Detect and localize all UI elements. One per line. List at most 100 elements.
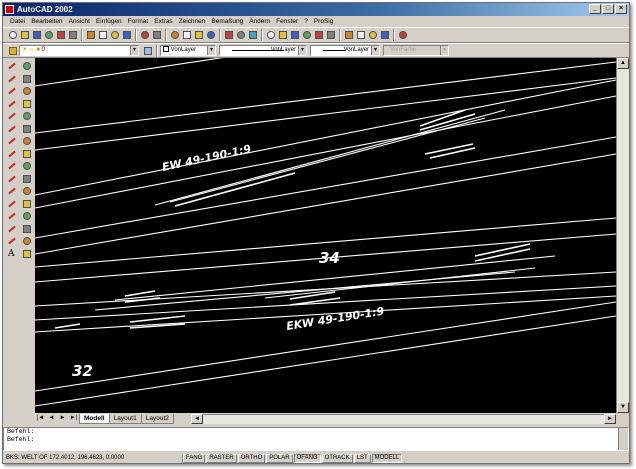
maximize-button[interactable]: □ (602, 4, 614, 14)
help-icon[interactable] (397, 30, 408, 41)
copy-icon[interactable] (97, 30, 108, 41)
linetype-select[interactable]: VonLayer ▼ (219, 45, 307, 56)
color-select[interactable]: VonLayer ▼ (160, 45, 216, 56)
menu-bearbeiten[interactable]: Bearbeiten (28, 18, 65, 25)
tab-modell[interactable]: Modell (79, 414, 110, 424)
xline-icon[interactable] (5, 73, 19, 86)
copy-icon[interactable] (20, 73, 34, 86)
make-current-layer-icon[interactable] (142, 45, 153, 56)
spline-icon[interactable] (5, 148, 19, 161)
zoom-prev-icon[interactable] (205, 30, 216, 41)
command-prompt[interactable]: Befehl: (4, 436, 628, 444)
ellipse-icon[interactable] (5, 160, 19, 173)
horizontal-scrollbar[interactable]: ◄ ► (191, 414, 616, 424)
tab-last-icon[interactable]: ►| (68, 414, 79, 424)
text-icon[interactable]: A (5, 248, 19, 261)
menu-extras[interactable]: Extras (151, 18, 175, 25)
region-icon[interactable] (313, 30, 324, 41)
insert-icon[interactable] (5, 173, 19, 186)
mirror-icon[interactable] (20, 85, 34, 98)
save-icon[interactable] (31, 30, 42, 41)
scroll-up-arrow-icon[interactable]: ▲ (617, 58, 629, 69)
tab-next-icon[interactable]: ► (57, 414, 68, 424)
circle-icon[interactable] (5, 135, 19, 148)
rectangle-icon[interactable] (5, 110, 19, 123)
break-icon[interactable] (20, 185, 34, 198)
block-icon[interactable] (5, 185, 19, 198)
otrack-icon[interactable] (379, 30, 390, 41)
arc-icon[interactable] (5, 123, 19, 136)
print-icon[interactable] (43, 30, 54, 41)
polygon-icon[interactable] (5, 98, 19, 111)
menu-aendern[interactable]: Ändern (246, 18, 273, 25)
explode-icon[interactable] (20, 223, 34, 236)
point-icon[interactable] (5, 198, 19, 211)
layer-select[interactable]: ☀ ☼ ■ 0 ▼ (19, 45, 139, 56)
status-raster[interactable]: RASTER (206, 453, 237, 463)
move-icon[interactable] (20, 60, 34, 73)
osnap-icon[interactable] (355, 30, 366, 41)
open-icon[interactable] (19, 30, 30, 41)
lineweight-select[interactable]: VonLayer ▼ (310, 45, 380, 56)
menu-datei[interactable]: Datei (7, 18, 28, 25)
extend-icon[interactable] (20, 173, 34, 186)
polar-icon[interactable] (367, 30, 378, 41)
scroll-right-arrow-icon[interactable]: ► (604, 414, 616, 424)
cut-icon[interactable] (85, 30, 96, 41)
drawing-canvas[interactable]: EW 49-190-1:9 EKW 49-190-1:9 34 32 (35, 58, 616, 413)
lengthen-icon[interactable] (20, 235, 34, 248)
line-icon[interactable] (5, 60, 19, 73)
menu-zeichnen[interactable]: Zeichnen (176, 18, 209, 25)
list-icon[interactable] (325, 30, 336, 41)
menu-help[interactable]: ? (301, 18, 311, 25)
erase-icon[interactable] (20, 248, 34, 261)
pan-icon[interactable] (169, 30, 180, 41)
table-icon[interactable] (5, 235, 19, 248)
snap-icon[interactable] (343, 30, 354, 41)
scroll-down-arrow-icon[interactable]: ▼ (617, 402, 629, 413)
rotate-icon[interactable] (20, 123, 34, 136)
vertical-scrollbar[interactable]: ▲ ▼ (616, 58, 629, 413)
new-icon[interactable] (7, 30, 18, 41)
zoom-icon[interactable] (181, 30, 192, 41)
close-button[interactable]: × (615, 4, 627, 14)
scale-icon[interactable] (20, 135, 34, 148)
menu-fenster[interactable]: Fenster (273, 18, 301, 25)
status-modell[interactable]: MODELL (371, 453, 403, 463)
layer-icon[interactable] (265, 30, 276, 41)
dist-icon[interactable] (277, 30, 288, 41)
tab-layout1[interactable]: Layout1 (108, 414, 142, 424)
fillet-icon[interactable] (20, 210, 34, 223)
offset-icon[interactable] (20, 98, 34, 111)
chamfer-icon[interactable] (20, 198, 34, 211)
title-bar[interactable]: AutoCAD 2002 _ □ × (3, 3, 629, 16)
autocad-app-icon[interactable] (5, 5, 14, 14)
redo-icon[interactable] (151, 30, 162, 41)
tab-first-icon[interactable]: |◄ (35, 414, 46, 424)
stretch-icon[interactable] (20, 148, 34, 161)
menu-bemassung[interactable]: Bemaßung (208, 18, 246, 25)
layer-manager-icon[interactable] (7, 45, 18, 56)
polyline-icon[interactable] (5, 85, 19, 98)
properties-icon[interactable] (223, 30, 234, 41)
status-ortho[interactable]: ORTHO (237, 453, 266, 463)
matchprop-icon[interactable] (121, 30, 132, 41)
status-polar[interactable]: POLAR (266, 453, 293, 463)
hatch-icon[interactable] (5, 210, 19, 223)
status-otrack[interactable]: OTRACK (321, 453, 353, 463)
area-icon[interactable] (289, 30, 300, 41)
command-line[interactable]: Befehl: Befehl: (3, 427, 629, 451)
designcenter-icon[interactable] (235, 30, 246, 41)
status-fang[interactable]: FANG (183, 453, 206, 463)
command-scrollbar[interactable] (618, 428, 628, 450)
array-icon[interactable] (20, 110, 34, 123)
preview-icon[interactable] (55, 30, 66, 41)
menu-prosig[interactable]: ProSig (311, 18, 337, 25)
menu-einfuegen[interactable]: Einfügen (93, 18, 125, 25)
undo-icon[interactable] (139, 30, 150, 41)
trim-icon[interactable] (20, 160, 34, 173)
plot-icon[interactable] (67, 30, 78, 41)
zoom-window-icon[interactable] (193, 30, 204, 41)
region-icon[interactable] (5, 223, 19, 236)
scroll-left-arrow-icon[interactable]: ◄ (191, 414, 203, 424)
